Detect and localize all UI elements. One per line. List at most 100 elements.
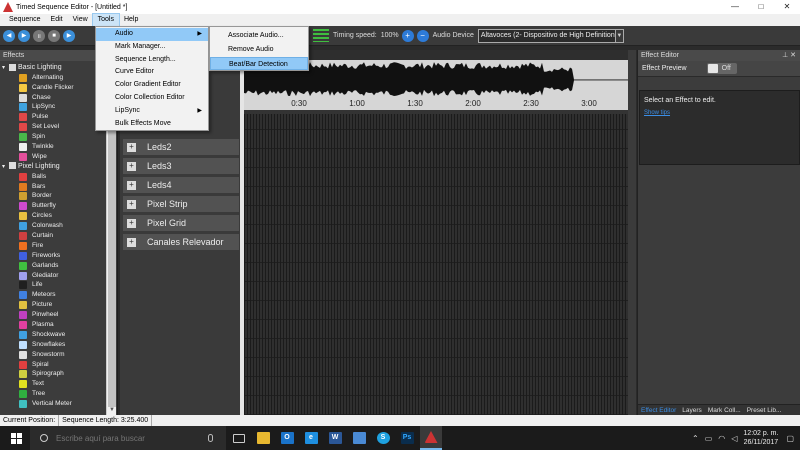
minimize-button[interactable]: — — [722, 0, 748, 14]
expand-icon[interactable]: + — [127, 238, 136, 247]
effect-item-snowflakes[interactable]: Snowflakes — [0, 340, 106, 350]
play-icon[interactable]: ▶ — [18, 29, 30, 42]
show-tips-link[interactable]: Show tips — [644, 110, 670, 116]
effect-item-chase[interactable]: Chase — [0, 93, 106, 103]
model-row-leds2[interactable]: + Leds2 — [122, 138, 240, 156]
scroll-down-icon[interactable]: ▼ — [107, 405, 117, 415]
expand-icon[interactable]: + — [127, 162, 136, 171]
menu-help[interactable]: Help — [119, 14, 143, 26]
menu-edit[interactable]: Edit — [46, 14, 68, 26]
tab-preset-library[interactable]: Preset Lib... — [744, 405, 785, 415]
effect-item-life[interactable]: Life — [0, 280, 106, 290]
audio-device-select[interactable]: Altavoces (2- Dispositivo de High Defini… — [477, 28, 616, 43]
tools-menu-item-color-gradient-editor[interactable]: Color Gradient Editor — [96, 79, 208, 92]
effect-item-circles[interactable]: Circles — [0, 211, 106, 221]
tab-effect-editor[interactable]: Effect Editor — [638, 405, 679, 415]
expand-icon[interactable]: + — [127, 200, 136, 209]
battery-icon[interactable]: ▭ — [705, 434, 713, 443]
effect-item-picture[interactable]: Picture — [0, 300, 106, 310]
effect-item-border[interactable]: Border — [0, 191, 106, 201]
photoshop-icon[interactable]: Ps — [396, 426, 418, 450]
effect-group-pixel-lighting[interactable]: ▾ Pixel Lighting — [0, 162, 106, 172]
start-button[interactable] — [6, 426, 26, 450]
expand-icon[interactable]: + — [127, 181, 136, 190]
effect-item-candle-flicker[interactable]: Candle Flicker — [0, 83, 106, 93]
effect-item-wipe[interactable]: Wipe — [0, 152, 106, 162]
clock[interactable]: 12:02 p. m. 26/11/2017 — [743, 429, 778, 447]
effect-item-meteors[interactable]: Meteors — [0, 290, 106, 300]
word-icon[interactable]: W — [324, 426, 346, 450]
xlights-icon[interactable] — [420, 426, 442, 450]
model-row-leds4[interactable]: + Leds4 — [122, 176, 240, 194]
time-ruler[interactable]: 0:30 1:00 1:30 2:00 2:30 3:00 — [244, 98, 636, 112]
tools-menu-item-color-collection-editor[interactable]: Color Collection Editor — [96, 92, 208, 105]
effect-item-twinkle[interactable]: Twinkle — [0, 142, 106, 152]
forward-icon[interactable]: ▶ — [63, 29, 75, 42]
effect-item-alternating[interactable]: Alternating — [0, 73, 106, 83]
effect-item-garlands[interactable]: Garlands — [0, 261, 106, 271]
skype-icon[interactable]: S — [372, 426, 394, 450]
file-explorer-icon[interactable] — [252, 426, 274, 450]
expand-icon[interactable]: + — [127, 143, 136, 152]
effect-item-colorwash[interactable]: Colorwash — [0, 221, 106, 231]
tools-menu-item-curve-editor[interactable]: Curve Editor — [96, 66, 208, 79]
effect-item-bars[interactable]: Bars — [0, 182, 106, 192]
effect-item-plasma[interactable]: Plasma — [0, 320, 106, 330]
tab-layers[interactable]: Layers — [679, 405, 705, 415]
effect-item-set-level[interactable]: Set Level — [0, 122, 106, 132]
task-view-icon[interactable] — [228, 426, 250, 450]
effect-item-snowstorm[interactable]: Snowstorm — [0, 350, 106, 360]
effect-item-butterfly[interactable]: Butterfly — [0, 201, 106, 211]
zoom-out-button[interactable]: − — [416, 29, 429, 42]
effect-item-spirograph[interactable]: Spirograph — [0, 369, 106, 379]
effect-item-balls[interactable]: Balls — [0, 172, 106, 182]
effect-item-pinwheel[interactable]: Pinwheel — [0, 310, 106, 320]
model-row-pixel-strip[interactable]: + Pixel Strip — [122, 195, 240, 213]
effect-preview-toggle[interactable]: Off — [706, 63, 737, 74]
pause-icon[interactable]: ॥ — [33, 29, 45, 42]
store-icon[interactable] — [348, 426, 370, 450]
effect-item-tree[interactable]: Tree — [0, 389, 106, 399]
model-row-leds3[interactable]: + Leds3 — [122, 157, 240, 175]
notifications-icon[interactable]: ▢ — [786, 434, 794, 443]
pin-icon[interactable]: ⊥ — [782, 52, 788, 59]
effect-item-shockwave[interactable]: Shockwave — [0, 330, 106, 340]
rewind-icon[interactable]: ◀ — [3, 29, 15, 42]
microphone-icon[interactable] — [208, 434, 213, 442]
taskbar-search-input[interactable] — [56, 433, 206, 443]
tools-menu-item-lipsync[interactable]: LipSync ▶ — [96, 105, 208, 118]
edge-icon[interactable]: e — [300, 426, 322, 450]
stop-icon[interactable]: ■ — [48, 29, 60, 42]
effect-item-fire[interactable]: Fire — [0, 241, 106, 251]
effect-item-vertical-meter[interactable]: Vertical Meter — [0, 399, 106, 409]
maximize-button[interactable]: □ — [748, 0, 774, 14]
tab-mark-collection[interactable]: Mark Coll... — [705, 405, 744, 415]
effect-item-pulse[interactable]: Pulse — [0, 112, 106, 122]
outlook-icon[interactable]: O — [276, 426, 298, 450]
close-button[interactable]: ✕ — [774, 0, 800, 14]
audio-menu-item-beat-bar-detection[interactable]: Beat/Bar Detection — [210, 57, 308, 70]
audio-menu-item-remove-audio[interactable]: Remove Audio — [210, 43, 308, 56]
menu-sequence[interactable]: Sequence — [4, 14, 46, 26]
effect-item-curtain[interactable]: Curtain — [0, 231, 106, 241]
expand-icon[interactable]: + — [127, 219, 136, 228]
model-row-pixel-grid[interactable]: + Pixel Grid — [122, 214, 240, 232]
audio-menu-item-associate-audio[interactable]: Associate Audio... — [210, 29, 308, 42]
tools-menu-item-audio[interactable]: Audio ▶ — [96, 28, 208, 41]
effect-item-spin[interactable]: Spin — [0, 132, 106, 142]
timeline-scrollbar[interactable] — [628, 50, 636, 415]
menu-view[interactable]: View — [68, 14, 93, 26]
tools-menu-item-bulk-effects-move[interactable]: Bulk Effects Move — [96, 118, 208, 131]
close-icon[interactable]: ✕ — [790, 52, 796, 59]
effect-item-spiral[interactable]: Spiral — [0, 360, 106, 370]
wifi-icon[interactable]: ◠ — [718, 434, 725, 443]
chevron-up-icon[interactable]: ⌃ — [692, 434, 699, 443]
effect-item-lipsync[interactable]: LipSync — [0, 102, 106, 112]
effect-group-basic-lighting[interactable]: ▾ Basic Lighting — [0, 63, 106, 73]
menu-tools[interactable]: Tools — [91, 13, 120, 27]
effect-item-fireworks[interactable]: Fireworks — [0, 251, 106, 261]
taskbar-search[interactable] — [30, 426, 226, 450]
effect-item-glediator[interactable]: Glediator — [0, 271, 106, 281]
zoom-in-button[interactable]: + — [401, 29, 414, 42]
effect-item-text[interactable]: Text — [0, 379, 106, 389]
